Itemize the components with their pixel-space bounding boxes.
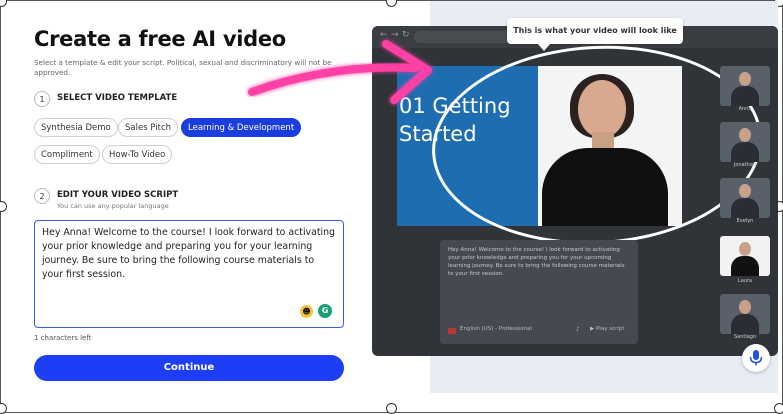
avatar-thumb-laura[interactable] — [720, 236, 770, 276]
avatar-name: Laura — [737, 278, 753, 284]
microphone-icon[interactable]: ♪ — [576, 326, 580, 333]
step-label: SELECT VIDEO TEMPLATE — [57, 93, 178, 103]
template-chip-compliment[interactable]: Compliment — [34, 145, 100, 164]
reload-icon[interactable]: ↻ — [402, 30, 410, 40]
avatar-thumb-face — [739, 72, 751, 86]
avatar-thumb-jonathan[interactable] — [720, 122, 770, 162]
resize-handle[interactable] — [774, 403, 783, 414]
avatar-name: Anna — [738, 106, 752, 112]
template-chip-how-to-video[interactable]: How-To Video — [102, 145, 173, 164]
preview-tooltip: This is what your video will look like — [507, 18, 683, 44]
microphone-icon — [749, 350, 763, 366]
step-number: 2 — [34, 188, 50, 204]
avatar-name: Jonathan — [733, 162, 757, 168]
avatar-name: Santiago — [733, 334, 757, 340]
avatar-thumb-body — [731, 142, 759, 162]
template-chip-synthesia-demo[interactable]: Synthesia Demo — [34, 118, 118, 137]
template-chip-sales-pitch[interactable]: Sales Pitch — [118, 118, 179, 137]
avatar-thumb-face — [739, 128, 751, 142]
resize-handle[interactable] — [386, 403, 397, 414]
avatar-thumb-santiago[interactable] — [720, 294, 770, 334]
avatar-thumb-body — [731, 314, 759, 334]
forward-icon[interactable]: → — [391, 30, 399, 40]
microphone-button[interactable] — [742, 344, 770, 372]
avatar-thumb-evelyn[interactable] — [720, 178, 770, 218]
avatar-thumb-body — [731, 256, 759, 276]
avatar-thumb-face — [739, 300, 751, 314]
script-preview-text: Hey Anna! Welcome to the course! I look … — [448, 247, 625, 277]
continue-button[interactable]: Continue — [34, 355, 344, 381]
grammarly-icon[interactable]: G — [318, 304, 332, 318]
emoji-icon[interactable]: ☻ — [300, 305, 313, 318]
step-label: EDIT YOUR VIDEO SCRIPT — [57, 190, 179, 200]
characters-left: 1 characters left — [34, 334, 92, 342]
avatar-thumb-face — [739, 242, 751, 256]
tooltip-tail — [538, 44, 550, 51]
script-preview-panel: Hey Anna! Welcome to the course! I look … — [440, 240, 638, 344]
play-script-button[interactable]: ▶ Play script — [590, 326, 625, 332]
step-hint: You can use any popular language — [57, 202, 169, 210]
play-script-label: Play script — [595, 326, 625, 332]
page-subtitle: Select a template & edit your script. Po… — [34, 58, 332, 77]
avatar-name: Evelyn — [736, 218, 754, 224]
language-select[interactable]: English (US) - Professional — [460, 326, 532, 332]
avatar-thumb-body — [731, 198, 759, 218]
avatar-thumb-anna[interactable] — [720, 66, 770, 106]
template-chip-learning-development[interactable]: Learning & Development — [181, 118, 302, 137]
flag-icon — [448, 328, 456, 334]
step-select-template: 1 SELECT VIDEO TEMPLATE — [34, 91, 177, 107]
avatar-thumb-body — [731, 86, 759, 106]
script-textarea[interactable]: Hey Anna! Welcome to the course! I look … — [34, 220, 344, 328]
step-number: 1 — [34, 91, 50, 107]
page-title: Create a free AI video — [34, 27, 286, 51]
back-icon[interactable]: ← — [380, 30, 388, 40]
step-edit-script: 2 EDIT YOUR VIDEO SCRIPT You can use any… — [34, 188, 178, 210]
avatar-thumb-face — [739, 184, 751, 198]
